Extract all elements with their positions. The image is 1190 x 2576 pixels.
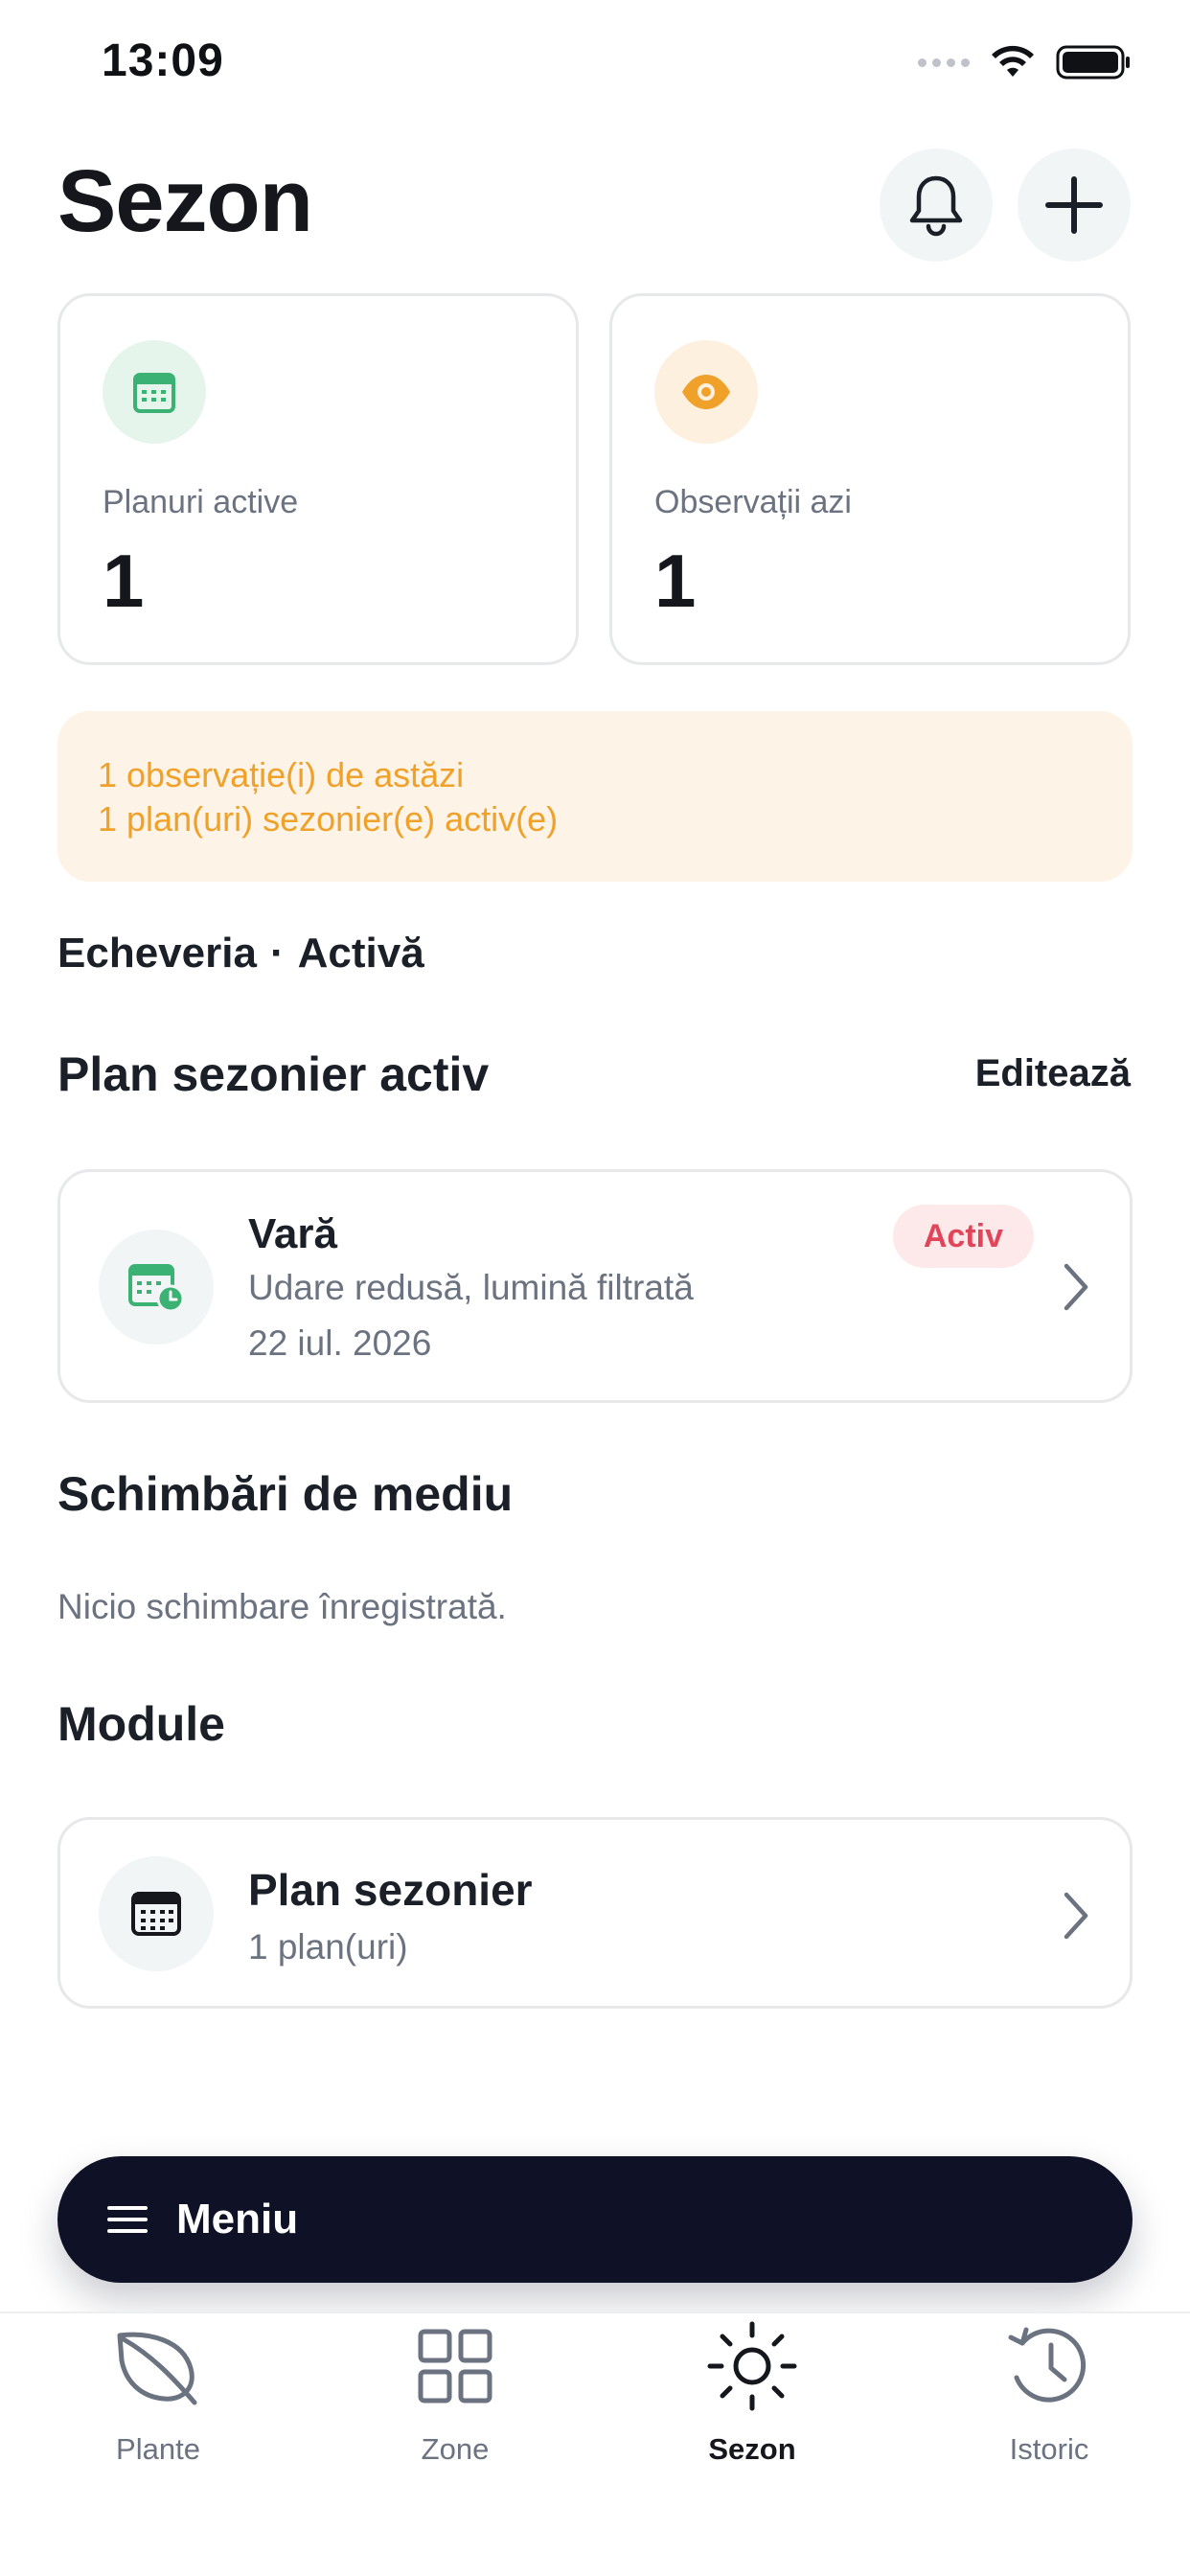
section-title-environment: Schimbări de mediu <box>57 1467 514 1521</box>
chevron-right-icon <box>1064 1263 1088 1311</box>
status-icons <box>918 44 1133 80</box>
eye-icon <box>654 340 758 444</box>
tab-label: Zone <box>421 2432 490 2466</box>
stat-value: 1 <box>654 539 697 623</box>
status-badge: Activ <box>892 1205 1034 1268</box>
leaf-icon <box>10 2313 307 2419</box>
section-title-modules: Module <box>57 1697 225 1751</box>
tab-bar: Plante Zone Sezon Istoric <box>0 2312 1190 2576</box>
grid-icon <box>307 2313 604 2419</box>
wifi-icon <box>992 45 1034 77</box>
plant-name: Echeveria <box>57 930 257 977</box>
environment-empty-text: Nicio schimbare înregistrată. <box>57 1587 507 1626</box>
summary-observations: 1 observație(i) de astăzi <box>98 755 465 794</box>
module-card-seasonal-plan[interactable]: Plan sezonier 1 plan(uri) <box>57 1817 1133 2009</box>
tab-history[interactable]: Istoric <box>901 2313 1190 2467</box>
edit-button[interactable]: Editează <box>975 1052 1131 1095</box>
module-subtitle: 1 plan(uri) <box>248 1927 408 1966</box>
plan-title: Vară <box>248 1210 337 1257</box>
sun-icon <box>604 2313 901 2419</box>
tab-label: Sezon <box>708 2432 796 2466</box>
tab-zones[interactable]: Zone <box>307 2313 604 2467</box>
tab-label: Istoric <box>1009 2432 1089 2466</box>
stat-card-active-plans[interactable]: Planuri active 1 <box>57 293 579 665</box>
separator: · <box>269 930 285 977</box>
signal-icon <box>918 58 970 67</box>
calendar-icon <box>99 1856 214 1971</box>
module-title: Plan sezonier <box>248 1865 533 1915</box>
screen: 13:09 Sezon Planuri active 1 Observații … <box>0 0 1190 2576</box>
tab-label: Plante <box>116 2432 200 2466</box>
stat-value: 1 <box>103 539 145 623</box>
status-time: 13:09 <box>102 35 224 86</box>
summary-banner: 1 observație(i) de astăzi 1 plan(uri) se… <box>57 711 1133 882</box>
stat-label: Planuri active <box>103 484 299 520</box>
page-title: Sezon <box>57 152 313 250</box>
add-button[interactable] <box>1018 149 1131 262</box>
battery-icon <box>1056 45 1130 80</box>
plant-status-line: Echeveria · Activă <box>57 930 424 978</box>
plan-description: Udare redusă, lumină filtrată <box>248 1268 694 1307</box>
summary-plans: 1 plan(uri) sezonier(e) activ(e) <box>98 799 559 839</box>
menu-button[interactable]: Meniu <box>57 2156 1133 2283</box>
plant-status: Activă <box>297 930 424 977</box>
notifications-button[interactable] <box>880 149 993 262</box>
tab-plants[interactable]: Plante <box>10 2313 307 2467</box>
stat-card-observations-today[interactable]: Observații azi 1 <box>609 293 1131 665</box>
section-title-active-plan: Plan sezonier activ <box>57 1047 490 1101</box>
tab-season[interactable]: Sezon <box>604 2313 901 2467</box>
calendar-clock-icon <box>99 1230 214 1345</box>
active-plan-card[interactable]: Vară Udare redusă, lumină filtrată 22 iu… <box>57 1169 1133 1403</box>
history-icon <box>901 2313 1190 2419</box>
menu-label: Meniu <box>176 2196 299 2242</box>
hamburger-icon <box>107 2206 148 2233</box>
plus-icon <box>1045 176 1103 234</box>
calendar-icon <box>103 340 206 444</box>
chevron-right-icon <box>1064 1892 1088 1940</box>
plan-date: 22 iul. 2026 <box>248 1323 432 1363</box>
stat-label: Observații azi <box>654 484 852 520</box>
bell-icon <box>909 175 963 237</box>
